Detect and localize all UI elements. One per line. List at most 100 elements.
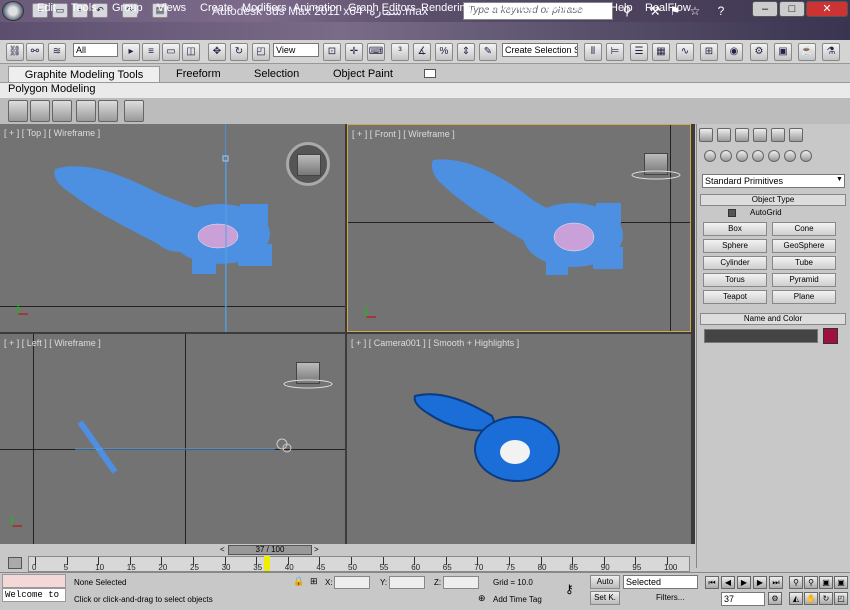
current-frame-marker[interactable]: [264, 556, 270, 571]
cone-button[interactable]: Cone: [772, 222, 836, 236]
current-frame-field[interactable]: 37: [721, 592, 765, 606]
geosphere-button[interactable]: GeoSphere: [772, 239, 836, 253]
key-icon[interactable]: ⚷: [565, 582, 574, 596]
named-selection-set-dropdown[interactable]: Create Selection S: [502, 43, 578, 57]
tab-freeform[interactable]: Freeform: [170, 66, 227, 82]
curve-editor-icon[interactable]: ∿: [676, 43, 694, 61]
track-bar[interactable]: 0 5 10 15 20 25 30 35 40 45 50 55 60 65 70 75 80 85 90 95 10…: [28, 556, 690, 572]
pivot-center-icon[interactable]: ⊡: [323, 43, 341, 61]
shapes-icon[interactable]: [720, 150, 732, 162]
menu-help[interactable]: Help: [610, 2, 633, 14]
name-color-rollout-header[interactable]: Name and Color: [700, 313, 846, 325]
object-type-rollout-header[interactable]: Object Type: [700, 194, 846, 206]
polygon-modeling-panel-label[interactable]: Polygon Modeling: [8, 83, 95, 95]
maxscript-mini-listener[interactable]: [2, 574, 66, 588]
go-to-start-icon[interactable]: ⏮: [705, 576, 719, 589]
close-button[interactable]: ✕: [806, 1, 848, 17]
snaps-toggle-icon[interactable]: ³: [391, 43, 409, 61]
material-editor-icon[interactable]: ◉: [725, 43, 743, 61]
collapse-stack-icon[interactable]: [76, 100, 96, 122]
box-button[interactable]: Box: [703, 222, 767, 236]
teapot-button[interactable]: Teapot: [703, 290, 767, 304]
tab-selection[interactable]: Selection: [248, 66, 305, 82]
scale-icon[interactable]: ◰: [252, 43, 270, 61]
previous-frame-icon[interactable]: <: [220, 545, 225, 554]
go-to-end-icon[interactable]: ⏭: [769, 576, 783, 589]
auto-key-button[interactable]: Auto: [590, 575, 620, 589]
use-displace-mesh-icon[interactable]: [124, 100, 144, 122]
spacewarps-icon[interactable]: [784, 150, 796, 162]
graphite-toggle-icon[interactable]: ▦: [652, 43, 670, 61]
hierarchy-tab-icon[interactable]: [735, 128, 749, 142]
maximize-button[interactable]: □: [779, 1, 805, 17]
field-of-view-icon[interactable]: ◭: [789, 592, 803, 605]
layer-manager-icon[interactable]: ☰: [630, 43, 648, 61]
help-icon[interactable]: ?: [712, 3, 730, 19]
percent-snap-icon[interactable]: %: [435, 43, 453, 61]
menu-maxscript[interactable]: MAXScript: [546, 2, 598, 14]
render-iterative-icon[interactable]: ⚗: [822, 43, 840, 61]
select-by-name-icon[interactable]: ≡: [142, 43, 160, 61]
viewport-camera[interactable]: [ + ] [ Camera001 ] [ Smooth + Highlight…: [347, 334, 691, 544]
window-crossing-icon[interactable]: ◫: [182, 43, 200, 61]
ribbon-minimize-icon[interactable]: [424, 69, 436, 78]
play-icon[interactable]: ▶: [737, 576, 751, 589]
menu-realflow[interactable]: RealFlow: [645, 2, 691, 14]
display-tab-icon[interactable]: [771, 128, 785, 142]
viewport-top[interactable]: [ + ] [ Top ] [ Wireframe ]: [0, 124, 345, 332]
next-modifier-icon[interactable]: [52, 100, 72, 122]
rotate-icon[interactable]: ↻: [230, 43, 248, 61]
object-color-swatch[interactable]: [823, 328, 838, 344]
create-tab-icon[interactable]: [699, 128, 713, 142]
sphere-button[interactable]: Sphere: [703, 239, 767, 253]
motion-tab-icon[interactable]: [753, 128, 767, 142]
align-icon[interactable]: ⊨: [606, 43, 624, 61]
key-filter-dropdown[interactable]: Selected: [623, 575, 698, 589]
bind-space-warp-icon[interactable]: ≋: [48, 43, 66, 61]
menu-customize[interactable]: Customize: [483, 2, 535, 14]
z-coordinate-field[interactable]: [443, 576, 479, 589]
previous-key-icon[interactable]: ◀: [721, 576, 735, 589]
time-configuration-icon[interactable]: ⚙: [768, 592, 782, 605]
pan-icon[interactable]: ✋: [804, 592, 818, 605]
render-production-icon[interactable]: ☕: [798, 43, 816, 61]
menu-modifiers[interactable]: Modifiers: [242, 2, 287, 14]
cameras-icon[interactable]: [752, 150, 764, 162]
keyboard-shortcut-icon[interactable]: ⌨: [367, 43, 385, 61]
x-coordinate-field[interactable]: [334, 576, 370, 589]
unlink-icon[interactable]: ⚯: [26, 43, 44, 61]
zoom-extents-icon[interactable]: ▣: [819, 576, 833, 589]
menu-edit[interactable]: Edit: [37, 2, 56, 14]
maximize-viewport-icon[interactable]: ◰: [834, 592, 848, 605]
pyramid-button[interactable]: Pyramid: [772, 273, 836, 287]
render-setup-icon[interactable]: ⚙: [750, 43, 768, 61]
zoom-icon[interactable]: ⚲: [789, 576, 803, 589]
zoom-all-icon[interactable]: ⚲: [804, 576, 818, 589]
rendered-frame-window-icon[interactable]: ▣: [774, 43, 792, 61]
torus-button[interactable]: Torus: [703, 273, 767, 287]
orbit-icon[interactable]: ↻: [819, 592, 833, 605]
menu-tools[interactable]: Tools: [71, 2, 97, 14]
set-key-button[interactable]: Set K.: [590, 591, 620, 605]
key-filters-button[interactable]: Filters...: [656, 593, 684, 602]
zoom-extents-all-icon[interactable]: ▣: [834, 576, 848, 589]
angle-snap-icon[interactable]: ∡: [413, 43, 431, 61]
toggle-symmetry-icon[interactable]: [98, 100, 118, 122]
selection-filter-dropdown[interactable]: All: [73, 43, 118, 57]
minimize-button[interactable]: –: [752, 1, 778, 17]
tab-object-paint[interactable]: Object Paint: [327, 66, 399, 82]
menu-views[interactable]: Views: [157, 2, 186, 14]
time-slider[interactable]: 37 / 100: [228, 545, 312, 555]
menu-graph-editors[interactable]: Graph Editors: [348, 2, 416, 14]
menu-create[interactable]: Create: [200, 2, 233, 14]
object-name-field[interactable]: [704, 329, 818, 343]
tab-graphite-modeling-tools[interactable]: Graphite Modeling Tools: [8, 66, 160, 82]
maxscript-listener-output[interactable]: Welcome to: [2, 588, 66, 602]
autogrid-checkbox[interactable]: [728, 209, 736, 217]
helpers-icon[interactable]: [768, 150, 780, 162]
systems-icon[interactable]: [800, 150, 812, 162]
select-manipulate-icon[interactable]: ✛: [345, 43, 363, 61]
primitive-category-dropdown[interactable]: Standard Primitives: [702, 174, 845, 188]
lights-icon[interactable]: [736, 150, 748, 162]
track-bar-toggle-icon[interactable]: [8, 557, 22, 569]
